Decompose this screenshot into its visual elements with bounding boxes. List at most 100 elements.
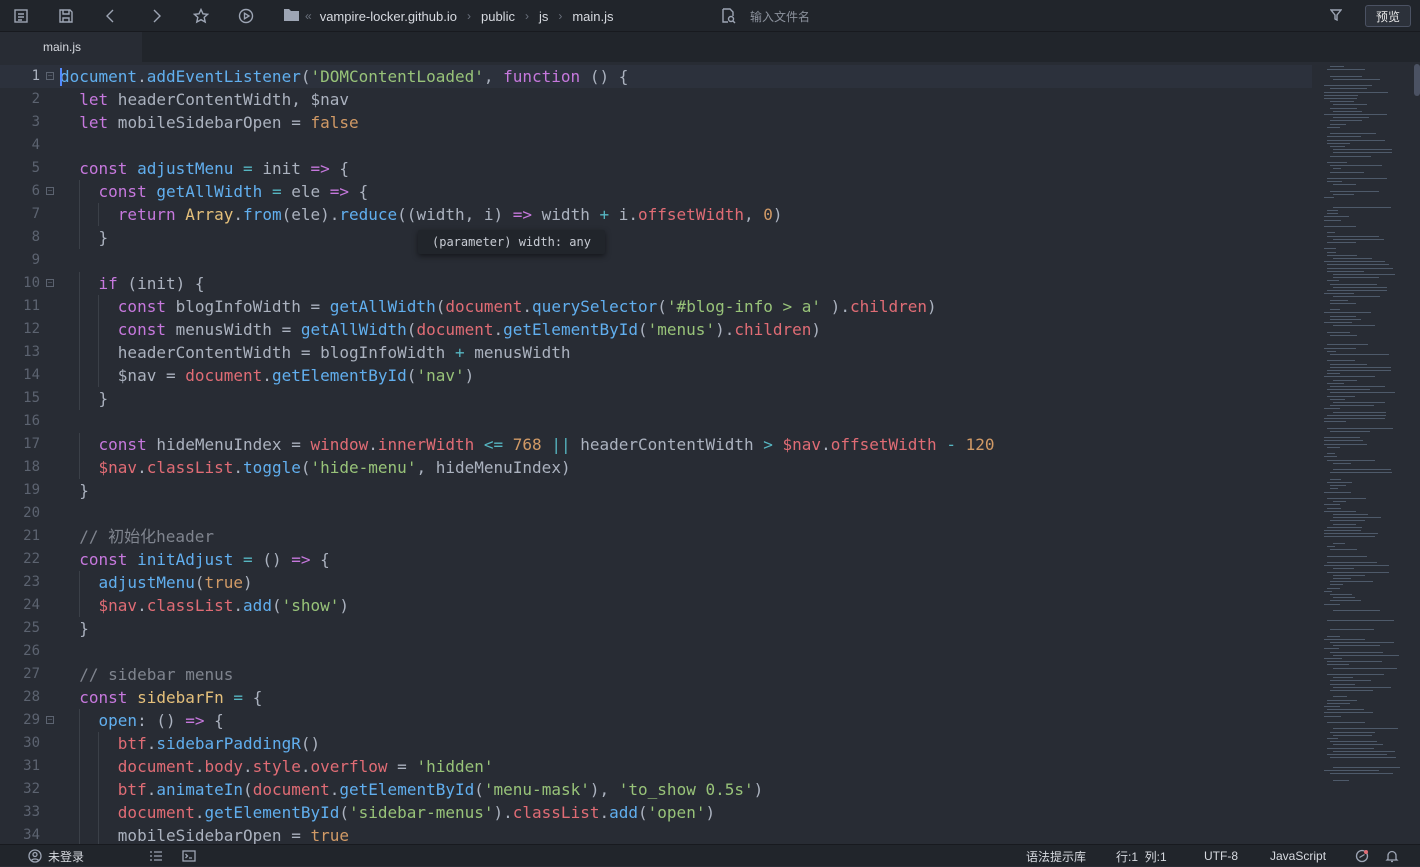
code-line[interactable]: 34 mobileSidebarOpen = true bbox=[0, 824, 1312, 844]
fold-toggle-icon[interactable]: − bbox=[46, 72, 54, 80]
minimap-line bbox=[1324, 565, 1389, 567]
fold-toggle-icon[interactable]: − bbox=[46, 279, 54, 287]
code-line[interactable]: 29− open: () => { bbox=[0, 709, 1312, 732]
forward-arrow-icon[interactable] bbox=[144, 4, 168, 28]
code-line[interactable]: 26 bbox=[0, 640, 1312, 663]
code-line[interactable]: 15 } bbox=[0, 387, 1312, 410]
minimap-line bbox=[1333, 469, 1391, 471]
code-line[interactable]: 14 $nav = document.getElementById('nav') bbox=[0, 364, 1312, 387]
code-line[interactable]: 1− document.addEventListener('DOMContentL… bbox=[0, 65, 1312, 88]
list-icon[interactable] bbox=[149, 845, 163, 867]
file-search[interactable]: 输入文件名 bbox=[720, 0, 810, 32]
minimap-line bbox=[1327, 482, 1352, 483]
code-text: document.getElementById('sidebar-menus')… bbox=[117, 803, 716, 822]
breadcrumb-back[interactable]: « bbox=[305, 9, 312, 23]
code-line[interactable]: 24 $nav.classList.add('show') bbox=[0, 594, 1312, 617]
cursor-position[interactable]: 行:1 列:1 bbox=[1116, 845, 1167, 867]
breadcrumb-item-file[interactable]: main.js bbox=[572, 9, 613, 24]
minimap-line bbox=[1333, 184, 1356, 186]
fold-toggle-icon[interactable]: − bbox=[46, 716, 54, 724]
minimap-line bbox=[1327, 178, 1387, 179]
star-icon[interactable] bbox=[189, 4, 213, 28]
code-line[interactable]: 22 const initAdjust = () => { bbox=[0, 548, 1312, 571]
minimap-line bbox=[1324, 322, 1352, 323]
filter-icon[interactable] bbox=[1329, 8, 1343, 26]
code-line[interactable]: 25 } bbox=[0, 617, 1312, 640]
minimap-line bbox=[1324, 421, 1346, 423]
code-line[interactable]: 12 const menusWidth = getAllWidth(docume… bbox=[0, 318, 1312, 341]
code-line[interactable]: 17 const hideMenuIndex = window.innerWid… bbox=[0, 433, 1312, 456]
outline-icon[interactable] bbox=[9, 4, 33, 28]
login-status[interactable]: 未登录 bbox=[28, 845, 84, 867]
language-mode[interactable]: JavaScript bbox=[1270, 845, 1326, 867]
code-line[interactable]: 32 btf.animateIn(document.getElementById… bbox=[0, 778, 1312, 801]
minimap-line bbox=[1324, 248, 1336, 250]
code-line[interactable]: 6− const getAllWidth = ele => { bbox=[0, 180, 1312, 203]
line-number: 17 bbox=[23, 436, 40, 452]
minimap-line bbox=[1324, 197, 1334, 199]
bell-icon[interactable] bbox=[1385, 845, 1399, 867]
minimap-line bbox=[1324, 658, 1342, 659]
code-line[interactable]: 4 bbox=[0, 134, 1312, 157]
minimap-line bbox=[1333, 286, 1387, 288]
code-editor[interactable]: 1− document.addEventListener('DOMContentL… bbox=[0, 62, 1312, 844]
terminal-icon[interactable] bbox=[182, 845, 196, 867]
code-text: } bbox=[60, 228, 109, 247]
minimap-line bbox=[1324, 530, 1361, 531]
code-text: const menusWidth = getAllWidth(document.… bbox=[117, 320, 822, 339]
code-line[interactable]: 18 $nav.classList.toggle('hide-menu', hi… bbox=[0, 456, 1312, 479]
minimap-line bbox=[1330, 66, 1344, 67]
minimap-line bbox=[1327, 264, 1389, 266]
code-line[interactable]: 27 // sidebar menus bbox=[0, 663, 1312, 686]
code-line[interactable]: 16 bbox=[0, 410, 1312, 433]
syntax-library[interactable]: 语法提示库 bbox=[1026, 845, 1086, 867]
code-line[interactable]: 5 const adjustMenu = init => { bbox=[0, 157, 1312, 180]
run-icon[interactable] bbox=[234, 4, 258, 28]
minimap-line bbox=[1330, 520, 1365, 522]
vertical-scrollbar[interactable] bbox=[1414, 64, 1420, 96]
minimap-line bbox=[1327, 722, 1365, 723]
search-input-placeholder[interactable]: 输入文件名 bbox=[750, 8, 810, 25]
minimap-line bbox=[1333, 168, 1341, 170]
minimap-line bbox=[1324, 456, 1337, 458]
code-line[interactable]: 11 const blogInfoWidth = getAllWidth(doc… bbox=[0, 295, 1312, 318]
code-line[interactable]: 9 bbox=[0, 249, 1312, 272]
code-line[interactable]: 2 let headerContentWidth, $nav bbox=[0, 88, 1312, 111]
minimap[interactable] bbox=[1318, 62, 1420, 844]
code-line[interactable]: 19 } bbox=[0, 479, 1312, 502]
line-number: 16 bbox=[23, 413, 40, 429]
code-line[interactable]: 13 headerContentWidth = blogInfoWidth + … bbox=[0, 341, 1312, 364]
minimap-line bbox=[1324, 94, 1358, 96]
minimap-line bbox=[1327, 709, 1364, 711]
code-line[interactable]: 3 let mobileSidebarOpen = false bbox=[0, 111, 1312, 134]
code-line[interactable]: 20 bbox=[0, 502, 1312, 525]
back-arrow-icon[interactable] bbox=[99, 4, 123, 28]
code-line[interactable]: 21 // 初始化header bbox=[0, 525, 1312, 548]
minimap-line bbox=[1333, 677, 1353, 679]
code-line[interactable]: 33 document.getElementById('sidebar-menu… bbox=[0, 801, 1312, 824]
encoding[interactable]: UTF-8 bbox=[1204, 845, 1238, 867]
breadcrumb-item-js[interactable]: js bbox=[539, 9, 548, 24]
breadcrumb-item-repo[interactable]: vampire-locker.github.io bbox=[320, 9, 457, 24]
code-line[interactable]: 10− if (init) { bbox=[0, 272, 1312, 295]
minimap-line bbox=[1324, 293, 1354, 295]
code-line[interactable]: 30 btf.sidebarPaddingR() bbox=[0, 732, 1312, 755]
breadcrumb-item-public[interactable]: public bbox=[481, 9, 515, 24]
code-line[interactable]: 31 document.body.style.overflow = 'hidde… bbox=[0, 755, 1312, 778]
code-line[interactable]: 28 const sidebarFn = { bbox=[0, 686, 1312, 709]
minimap-line bbox=[1333, 542, 1345, 544]
tab-bar: main.js bbox=[0, 32, 1420, 62]
minimap-line bbox=[1333, 578, 1351, 579]
minimap-line bbox=[1330, 146, 1345, 147]
tab-main-js[interactable]: main.js bbox=[0, 32, 142, 62]
code-line[interactable]: 7 return Array.from(ele).reduce((width, … bbox=[0, 203, 1312, 226]
hover-tooltip: (parameter) width: any bbox=[418, 230, 605, 254]
fold-toggle-icon[interactable]: − bbox=[46, 187, 54, 195]
minimap-line bbox=[1327, 664, 1349, 666]
save-icon[interactable] bbox=[54, 4, 78, 28]
preview-button[interactable]: 预览 bbox=[1365, 5, 1411, 27]
code-line[interactable]: 8 } bbox=[0, 226, 1312, 249]
code-line[interactable]: 23 adjustMenu(true) bbox=[0, 571, 1312, 594]
sync-icon[interactable] bbox=[1355, 845, 1369, 867]
minimap-line bbox=[1333, 568, 1354, 570]
